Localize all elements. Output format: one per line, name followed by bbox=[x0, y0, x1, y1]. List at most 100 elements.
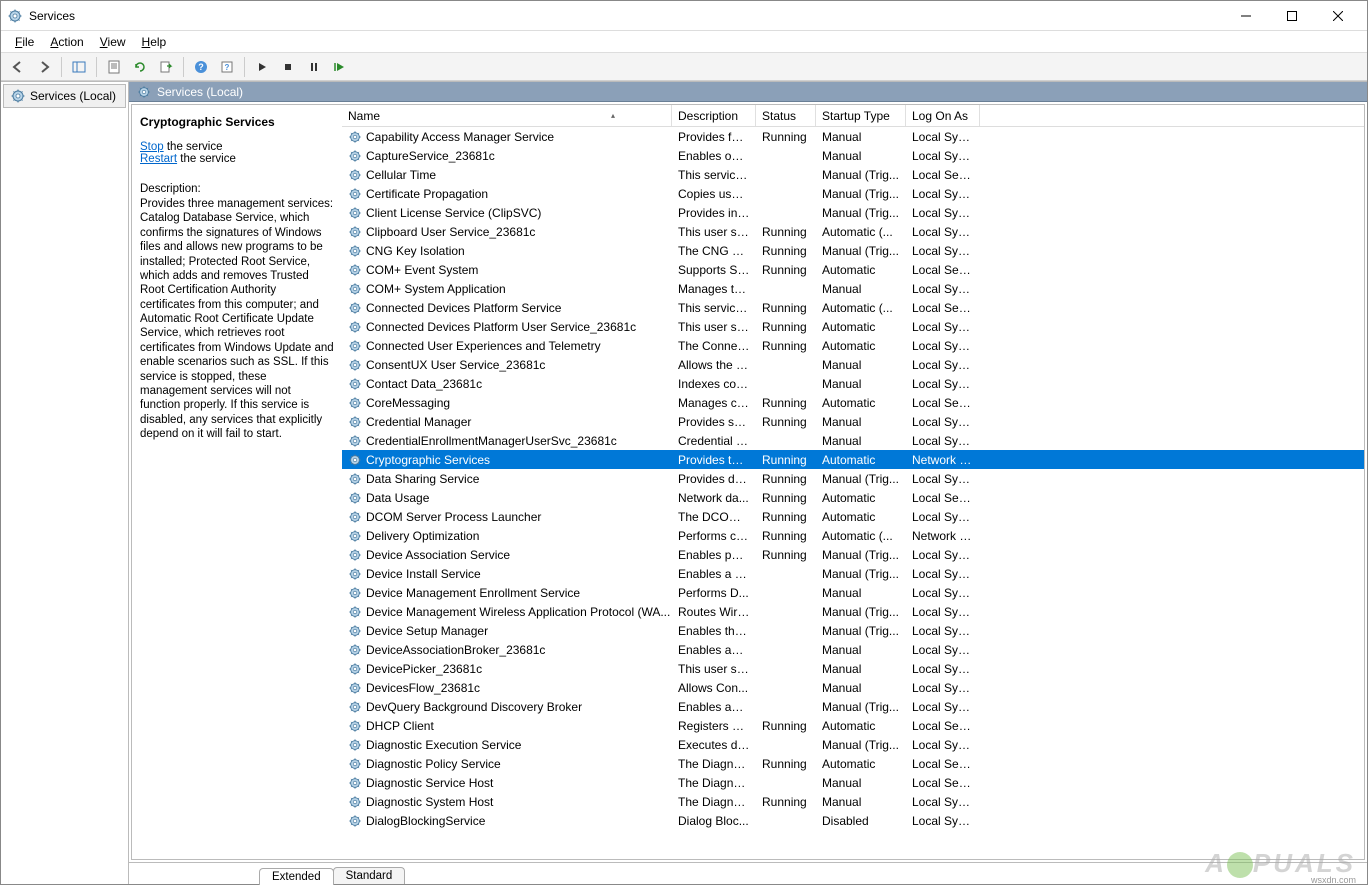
service-row[interactable]: DHCP ClientRegisters an...RunningAutomat… bbox=[342, 716, 1364, 735]
service-startup: Automatic bbox=[816, 339, 906, 353]
service-status: Running bbox=[756, 795, 816, 809]
column-logon[interactable]: Log On As bbox=[906, 105, 980, 126]
gear-icon bbox=[10, 88, 26, 104]
service-row[interactable]: Diagnostic Service HostThe Diagno...Manu… bbox=[342, 773, 1364, 792]
service-logon: Local Syste... bbox=[906, 643, 980, 657]
service-row[interactable]: Device Install ServiceEnables a c...Manu… bbox=[342, 564, 1364, 583]
service-desc: Enables pair... bbox=[672, 548, 756, 562]
service-row[interactable]: Contact Data_23681cIndexes con...ManualL… bbox=[342, 374, 1364, 393]
minimize-button[interactable] bbox=[1223, 2, 1269, 30]
service-name: Connected Devices Platform User Service_… bbox=[366, 320, 636, 334]
service-logon: Local Service bbox=[906, 757, 980, 771]
help-button[interactable]: ? bbox=[189, 56, 213, 78]
service-desc: Manages th... bbox=[672, 282, 756, 296]
gear-icon bbox=[348, 529, 362, 543]
service-row[interactable]: Connected User Experiences and Telemetry… bbox=[342, 336, 1364, 355]
list-body[interactable]: Capability Access Manager ServiceProvide… bbox=[342, 127, 1364, 859]
service-startup: Manual (Trig... bbox=[816, 548, 906, 562]
close-button[interactable] bbox=[1315, 2, 1361, 30]
service-startup: Manual bbox=[816, 681, 906, 695]
column-status[interactable]: Status bbox=[756, 105, 816, 126]
service-desc: Enables the ... bbox=[672, 624, 756, 638]
export-button[interactable] bbox=[154, 56, 178, 78]
service-row[interactable]: DevQuery Background Discovery BrokerEnab… bbox=[342, 697, 1364, 716]
service-row[interactable]: Clipboard User Service_23681cThis user s… bbox=[342, 222, 1364, 241]
service-name: Data Sharing Service bbox=[366, 472, 479, 486]
service-desc: This user ser... bbox=[672, 662, 756, 676]
service-row[interactable]: DCOM Server Process LauncherThe DCOML...… bbox=[342, 507, 1364, 526]
service-logon: Local Syste... bbox=[906, 377, 980, 391]
service-row[interactable]: Cellular TimeThis service ...Manual (Tri… bbox=[342, 165, 1364, 184]
tab-extended[interactable]: Extended bbox=[259, 868, 334, 885]
maximize-button[interactable] bbox=[1269, 2, 1315, 30]
service-row[interactable]: DialogBlockingServiceDialog Bloc...Disab… bbox=[342, 811, 1364, 830]
service-name: CoreMessaging bbox=[366, 396, 450, 410]
service-logon: Local Service bbox=[906, 491, 980, 505]
pause-service-button[interactable] bbox=[302, 56, 326, 78]
service-row[interactable]: Device Setup ManagerEnables the ...Manua… bbox=[342, 621, 1364, 640]
service-row[interactable]: Device Association Service Enables pair..… bbox=[342, 545, 1364, 564]
column-startup[interactable]: Startup Type bbox=[816, 105, 906, 126]
service-name: DevQuery Background Discovery Broker bbox=[366, 700, 582, 714]
service-startup: Automatic bbox=[816, 396, 906, 410]
column-name[interactable]: Name bbox=[342, 105, 672, 126]
service-logon: Local Syste... bbox=[906, 149, 980, 163]
service-row[interactable]: Diagnostic System HostThe Diagno...Runni… bbox=[342, 792, 1364, 811]
menu-bar: File Action View Help bbox=[1, 31, 1367, 53]
service-row[interactable]: CaptureService_23681cEnables opti...Manu… bbox=[342, 146, 1364, 165]
service-row[interactable]: DeviceAssociationBroker_23681cEnables ap… bbox=[342, 640, 1364, 659]
service-desc: This user ser... bbox=[672, 225, 756, 239]
service-logon: Local Syste... bbox=[906, 225, 980, 239]
window-title: Services bbox=[29, 9, 1223, 23]
forward-button[interactable] bbox=[32, 56, 56, 78]
tree-item-services-local[interactable]: Services (Local) bbox=[3, 84, 126, 108]
service-row[interactable]: ConsentUX User Service_23681cAllows the … bbox=[342, 355, 1364, 374]
menu-help[interactable]: Help bbox=[134, 33, 175, 51]
service-logon: Local Syste... bbox=[906, 415, 980, 429]
service-row[interactable]: Capability Access Manager ServiceProvide… bbox=[342, 127, 1364, 146]
service-row[interactable]: Credential ManagerProvides se...RunningM… bbox=[342, 412, 1364, 431]
tab-standard[interactable]: Standard bbox=[333, 867, 406, 884]
column-description[interactable]: Description bbox=[672, 105, 756, 126]
service-name: Credential Manager bbox=[366, 415, 471, 429]
properties-button[interactable] bbox=[102, 56, 126, 78]
service-row[interactable]: Client License Service (ClipSVC)Provides… bbox=[342, 203, 1364, 222]
service-status: Running bbox=[756, 263, 816, 277]
service-row[interactable]: Certificate PropagationCopies user ...Ma… bbox=[342, 184, 1364, 203]
show-hide-tree-button[interactable] bbox=[67, 56, 91, 78]
service-desc: This service ... bbox=[672, 301, 756, 315]
service-row[interactable]: Diagnostic Execution ServiceExecutes di.… bbox=[342, 735, 1364, 754]
service-row[interactable]: Data Sharing ServiceProvides da...Runnin… bbox=[342, 469, 1364, 488]
gear-icon bbox=[348, 282, 362, 296]
service-row[interactable]: Diagnostic Policy ServiceThe Diagno...Ru… bbox=[342, 754, 1364, 773]
service-row[interactable]: Cryptographic ServicesProvides thr...Run… bbox=[342, 450, 1364, 469]
help2-button[interactable]: ? bbox=[215, 56, 239, 78]
refresh-button[interactable] bbox=[128, 56, 152, 78]
service-logon: Local Syste... bbox=[906, 795, 980, 809]
service-row[interactable]: Delivery OptimizationPerforms co...Runni… bbox=[342, 526, 1364, 545]
menu-file[interactable]: File bbox=[7, 33, 42, 51]
service-row[interactable]: DevicePicker_23681cThis user ser...Manua… bbox=[342, 659, 1364, 678]
back-button[interactable] bbox=[6, 56, 30, 78]
service-row[interactable]: Connected Devices Platform User Service_… bbox=[342, 317, 1364, 336]
service-row[interactable]: COM+ System ApplicationManages th...Manu… bbox=[342, 279, 1364, 298]
service-row[interactable]: COM+ Event SystemSupports Sy...RunningAu… bbox=[342, 260, 1364, 279]
service-row[interactable]: CredentialEnrollmentManagerUserSvc_23681… bbox=[342, 431, 1364, 450]
service-name: Device Association Service bbox=[366, 548, 510, 562]
service-row[interactable]: Device Management Wireless Application P… bbox=[342, 602, 1364, 621]
start-service-button[interactable] bbox=[250, 56, 274, 78]
service-row[interactable]: CoreMessagingManages co...RunningAutomat… bbox=[342, 393, 1364, 412]
service-startup: Manual bbox=[816, 282, 906, 296]
service-row[interactable]: Data UsageNetwork da...RunningAutomaticL… bbox=[342, 488, 1364, 507]
service-row[interactable]: CNG Key IsolationThe CNG ke...RunningMan… bbox=[342, 241, 1364, 260]
service-row[interactable]: DevicesFlow_23681cAllows Con...ManualLoc… bbox=[342, 678, 1364, 697]
service-status: Running bbox=[756, 548, 816, 562]
restart-link[interactable]: Restart bbox=[140, 153, 177, 165]
service-row[interactable]: Device Management Enrollment ServicePerf… bbox=[342, 583, 1364, 602]
restart-service-button[interactable] bbox=[328, 56, 352, 78]
menu-action[interactable]: Action bbox=[42, 33, 91, 51]
menu-view[interactable]: View bbox=[92, 33, 134, 51]
service-row[interactable]: Connected Devices Platform ServiceThis s… bbox=[342, 298, 1364, 317]
stop-link[interactable]: Stop bbox=[140, 141, 164, 153]
stop-service-button[interactable] bbox=[276, 56, 300, 78]
